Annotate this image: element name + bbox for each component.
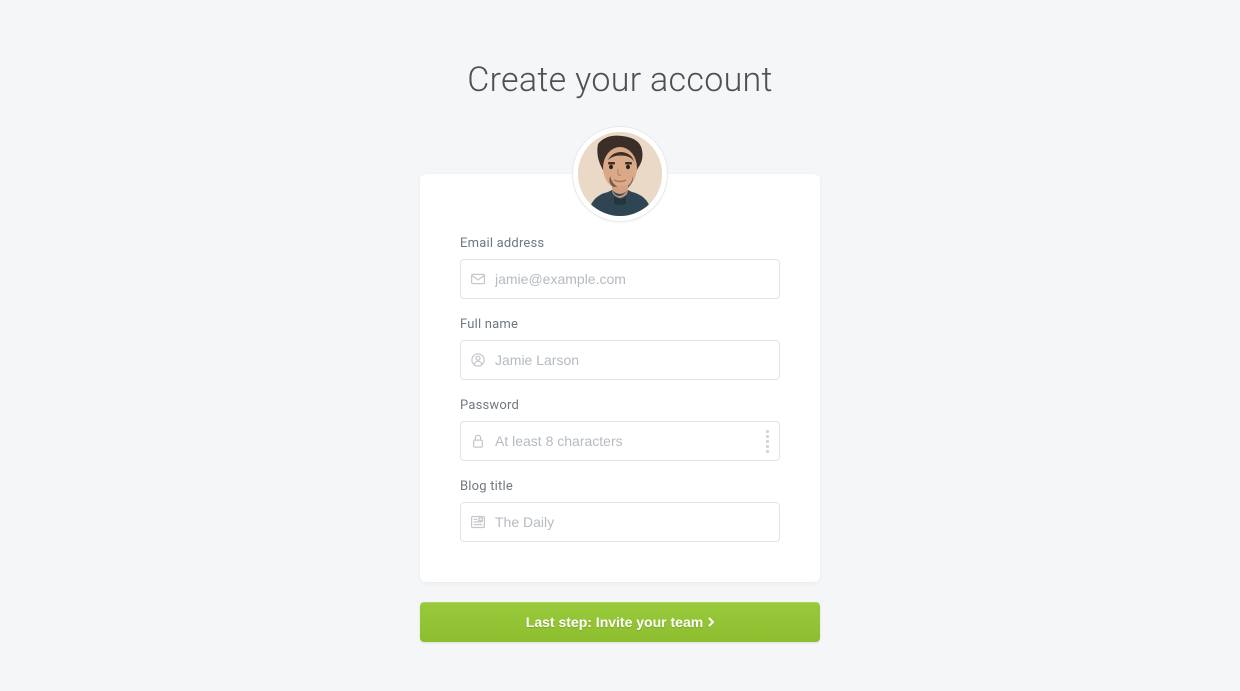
- submit-label: Last step: Invite your team: [526, 614, 703, 630]
- lock-icon: [461, 434, 495, 448]
- avatar: [578, 132, 662, 216]
- password-group: Password: [460, 398, 780, 461]
- page-title: Create your account: [467, 60, 773, 100]
- blog-field[interactable]: [495, 503, 779, 541]
- avatar-upload[interactable]: [572, 126, 668, 222]
- name-input-wrapper: [460, 340, 780, 380]
- password-input-wrapper: [460, 421, 780, 461]
- mail-icon: [461, 272, 495, 286]
- name-field[interactable]: [495, 341, 779, 379]
- chevron-right-icon: [708, 614, 714, 630]
- name-group: Full name: [460, 317, 780, 380]
- email-label: Email address: [460, 236, 780, 251]
- email-field[interactable]: [495, 260, 779, 298]
- blog-input-wrapper: [460, 502, 780, 542]
- newspaper-icon: [461, 515, 495, 529]
- password-field[interactable]: [495, 422, 766, 460]
- name-label: Full name: [460, 317, 780, 332]
- password-strength-indicator: [766, 430, 779, 453]
- signup-page: Create your account: [0, 0, 1240, 642]
- avatar-ring: [572, 126, 668, 222]
- blog-group: Blog title: [460, 479, 780, 542]
- signup-card: Email address Full name Password: [420, 174, 820, 582]
- email-group: Email address: [460, 236, 780, 299]
- password-label: Password: [460, 398, 780, 413]
- submit-button[interactable]: Last step: Invite your team: [420, 602, 820, 642]
- email-input-wrapper: [460, 259, 780, 299]
- blog-label: Blog title: [460, 479, 780, 494]
- user-icon: [461, 353, 495, 367]
